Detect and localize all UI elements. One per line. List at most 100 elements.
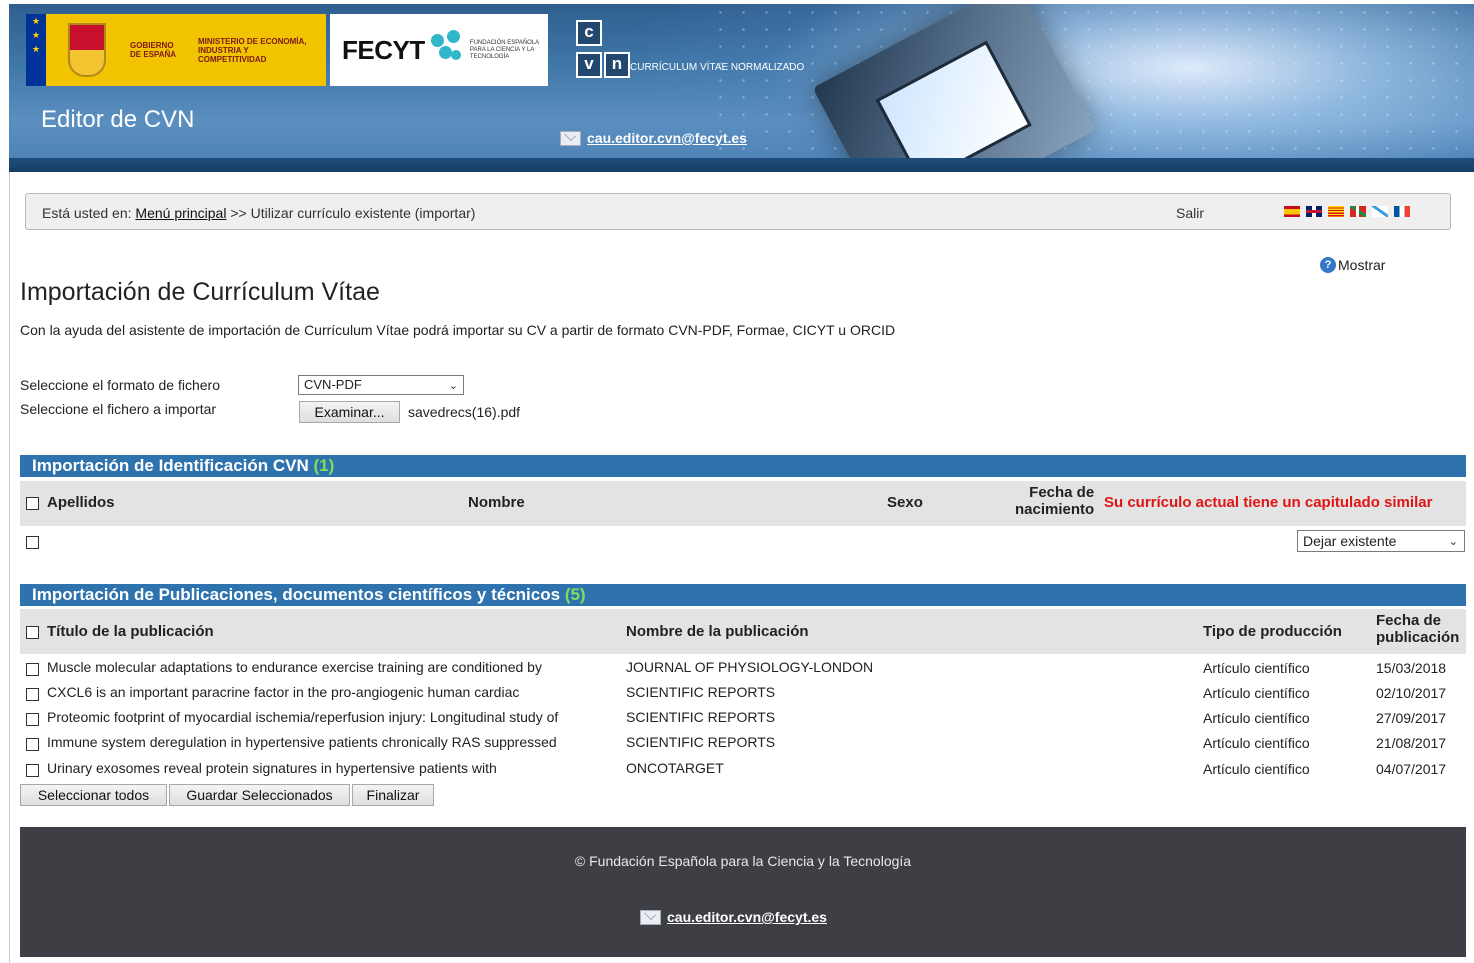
pub-type: Artículo científico — [1203, 710, 1310, 726]
identification-action-select[interactable]: Dejar existente ⌄ — [1297, 530, 1465, 552]
pub-date: 04/07/2017 — [1376, 761, 1447, 777]
identification-count: (1) — [313, 456, 335, 475]
save-selected-button[interactable]: Guardar Seleccionados — [169, 784, 350, 806]
row-checkbox[interactable] — [26, 736, 39, 752]
finish-button[interactable]: Finalizar — [352, 784, 434, 806]
breadcrumb: Está usted en: Menú principal >> Utiliza… — [25, 193, 1451, 230]
cvn-letter-v: v — [576, 52, 602, 78]
cvn-caption: CURRÍCULUM VÍTAE NORMALIZADO — [630, 62, 805, 73]
footer-email: cau.editor.cvn@fecyt.es — [640, 909, 827, 925]
galician-flag-icon[interactable] — [1372, 206, 1388, 217]
col-fecha-line1: Fecha de — [1029, 484, 1095, 501]
publications-column-header: Título de la publicación Nombre de la pu… — [20, 609, 1466, 654]
header-bottom-band — [9, 158, 1474, 172]
publications-title: Importación de Publicaciones, documentos… — [32, 585, 561, 604]
footer-copyright: © Fundación Española para la Ciencia y l… — [574, 853, 912, 869]
help-label: Mostrar — [1338, 257, 1386, 273]
file-name: savedrecs(16).pdf — [408, 404, 521, 420]
col-fecha-pub-line2: publicación — [1376, 629, 1460, 646]
pub-date: 27/09/2017 — [1376, 710, 1447, 726]
basque-flag-icon[interactable] — [1350, 206, 1366, 217]
app-title: Editor de CVN — [41, 106, 195, 133]
pub-type: Artículo científico — [1203, 660, 1310, 676]
footer-email-link[interactable]: cau.editor.cvn@fecyt.es — [667, 909, 827, 925]
pub-date: 02/10/2017 — [1376, 685, 1447, 701]
pub-title: Muscle molecular adaptations to enduranc… — [47, 659, 542, 675]
publications-section-header: Importación de Publicaciones, documentos… — [20, 584, 1466, 606]
envelope-icon — [560, 130, 581, 146]
col-titulo: Título de la publicación — [47, 623, 214, 640]
pub-date: 15/03/2018 — [1376, 660, 1447, 676]
pub-date: 21/08/2017 — [1376, 735, 1447, 751]
pub-title: Urinary exosomes reveal protein signatur… — [47, 760, 497, 776]
spain-coat-of-arms-icon — [68, 23, 106, 77]
select-all-button[interactable]: Seleccionar todos — [20, 784, 167, 806]
chevron-down-icon: ⌄ — [448, 380, 458, 392]
col-sexo: Sexo — [887, 494, 923, 511]
breadcrumb-text: Está usted en: Menú principal >> Utiliza… — [42, 205, 475, 221]
spanish-flag-icon[interactable] — [1284, 206, 1300, 217]
language-flags — [1284, 206, 1410, 217]
pub-journal: ONCOTARGET — [626, 760, 724, 776]
format-label: Seleccione el formato de fichero — [20, 377, 220, 393]
identification-title: Importación de Identificación CVN — [32, 456, 309, 475]
browse-button[interactable]: Examinar... — [299, 401, 400, 423]
site-footer: © Fundación Española para la Ciencia y l… — [20, 827, 1466, 957]
header-email-link[interactable]: cau.editor.cvn@fecyt.es — [587, 130, 747, 146]
fecyt-logo: FECYT FUNDACIÓN ESPAÑOLA PARA LA CIENCIA… — [330, 14, 548, 86]
header-email: cau.editor.cvn@fecyt.es — [560, 130, 747, 146]
row-checkbox[interactable] — [26, 762, 39, 778]
page-title: Importación de Currículum Vítae — [20, 278, 380, 306]
pub-type: Artículo científico — [1203, 685, 1310, 701]
file-label: Seleccione el fichero a importar — [20, 401, 217, 417]
site-header: ★ ★ ★ GOBIERNO DE ESPAÑA MINISTERIO DE ECO… — [9, 4, 1474, 172]
breadcrumb-current: >> Utilizar currículo existente (importa… — [230, 205, 476, 221]
pub-title: Proteomic footprint of myocardial ischem… — [47, 709, 559, 725]
english-flag-icon[interactable] — [1306, 206, 1322, 217]
pub-type: Artículo científico — [1203, 735, 1310, 751]
fecyt-subtitle: FUNDACIÓN ESPAÑOLA PARA LA CIENCIA Y LA … — [469, 39, 539, 60]
help-icon: ? — [1320, 257, 1336, 273]
cvn-letter-n: n — [604, 52, 630, 78]
eu-flag-icon: ★ ★ ★ — [26, 14, 46, 86]
format-select-value: CVN-PDF — [304, 377, 362, 392]
col-nombre-publicacion: Nombre de la publicación — [626, 623, 809, 640]
logout-link[interactable]: Salir — [1176, 205, 1204, 221]
pub-title: CXCL6 is an important paracrine factor i… — [47, 684, 520, 700]
pub-type: Artículo científico — [1203, 761, 1310, 777]
help-toggle[interactable]: ? Mostrar — [1320, 257, 1385, 273]
identification-select-all-checkbox[interactable] — [26, 495, 39, 512]
pub-title: Immune system deregulation in hypertensi… — [47, 734, 557, 750]
gov-text: GOBIERNO DE ESPAÑA — [130, 41, 177, 59]
publications-count: (5) — [564, 585, 586, 604]
col-tipo: Tipo de producción — [1203, 623, 1342, 640]
page-intro: Con la ayuda del asistente de importació… — [20, 322, 896, 338]
pub-journal: JOURNAL OF PHYSIOLOGY-LONDON — [626, 659, 874, 675]
row-checkbox[interactable] — [26, 686, 39, 702]
col-fecha-pub-line1: Fecha de — [1376, 612, 1442, 629]
col-fecha-publicacion: Fecha de publicación — [1376, 612, 1459, 646]
pub-journal: SCIENTIFIC REPORTS — [626, 709, 776, 725]
pub-journal: SCIENTIFIC REPORTS — [626, 734, 776, 750]
fecyt-dots-icon — [430, 30, 464, 70]
col-fecha-line2: nacimiento — [1015, 501, 1095, 518]
breadcrumb-home-link[interactable]: Menú principal — [135, 205, 226, 221]
row-checkbox[interactable] — [26, 711, 39, 727]
cvn-letter-c: c — [576, 20, 602, 46]
catalan-flag-icon[interactable] — [1328, 206, 1344, 217]
row-checkbox[interactable] — [26, 661, 39, 677]
identification-column-header: Apellidos Nombre Sexo Fecha de nacimient… — [20, 481, 1466, 526]
chevron-down-icon: ⌄ — [1448, 536, 1458, 548]
ministry-text: MINISTERIO DE ECONOMÍA, INDUSTRIA Y COMP… — [198, 36, 307, 64]
french-flag-icon[interactable] — [1394, 206, 1410, 217]
identification-section-header: Importación de Identificación CVN (1) — [20, 455, 1466, 477]
fecyt-wordmark: FECYT — [342, 34, 425, 65]
publications-select-all-checkbox[interactable] — [26, 624, 39, 641]
col-apellidos: Apellidos — [47, 494, 115, 511]
breadcrumb-prefix: Está usted en: — [42, 205, 132, 221]
col-fecha-nacimiento: Fecha de nacimiento — [1015, 484, 1094, 518]
page-left-border — [9, 172, 10, 963]
identification-action-value: Dejar existente — [1303, 533, 1397, 549]
format-select[interactable]: CVN-PDF ⌄ — [298, 375, 464, 395]
identification-row-checkbox[interactable] — [26, 534, 39, 550]
